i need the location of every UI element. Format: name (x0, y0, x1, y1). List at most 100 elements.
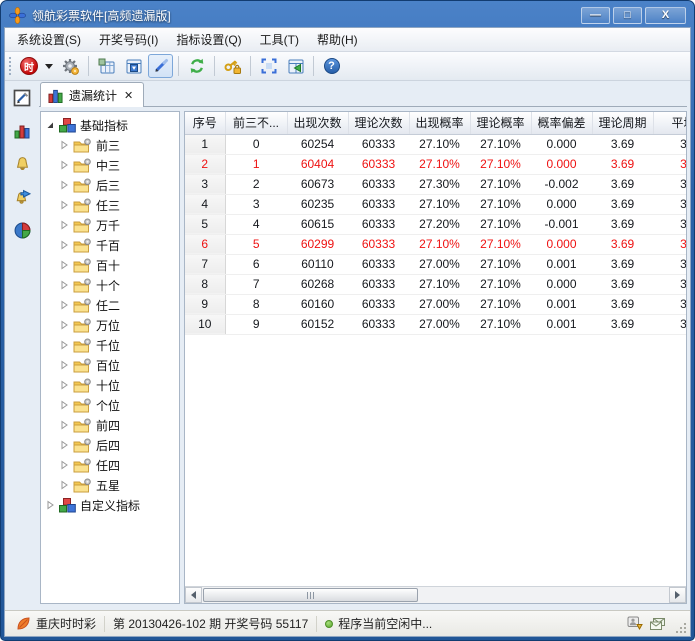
table-row[interactable]: 10602546033327.10%27.10%0.0003.693 (185, 134, 686, 154)
alarm-button[interactable] (10, 153, 34, 175)
close-button[interactable]: X (645, 7, 686, 24)
expanded-arrow-icon[interactable] (45, 120, 55, 130)
folder-gear-icon (73, 338, 92, 353)
collapsed-arrow-icon[interactable] (59, 340, 69, 350)
collapsed-arrow-icon[interactable] (59, 360, 69, 370)
license-key-button[interactable] (220, 54, 245, 78)
column-header[interactable]: 理论概率 (470, 112, 531, 134)
tree-child-item[interactable]: 后三 (41, 175, 179, 195)
status-draw-info: 第 20130426-102 期 开奖号码 55117 (105, 616, 317, 632)
collapsed-arrow-icon[interactable] (59, 300, 69, 310)
tab-omission-statistics[interactable]: 遗漏统计 ✕ (40, 82, 144, 107)
minimize-button[interactable]: — (581, 7, 610, 24)
tree-child-item[interactable]: 十位 (41, 375, 179, 395)
help-button[interactable]: ? (319, 54, 344, 78)
refresh-button[interactable] (184, 54, 209, 78)
table-row[interactable]: 32606736033327.30%27.10%-0.0023.693 (185, 174, 686, 194)
collapsed-arrow-icon[interactable] (59, 220, 69, 230)
menu-item[interactable]: 系统设置(S) (8, 28, 90, 51)
column-header[interactable]: 理论周期 (592, 112, 653, 134)
maximize-button[interactable]: □ (613, 7, 642, 24)
tree-child-item[interactable]: 任二 (41, 295, 179, 315)
tree-child-item[interactable]: 万位 (41, 315, 179, 335)
pen-tool-button[interactable] (148, 54, 173, 78)
tree-child-item[interactable]: 十个 (41, 275, 179, 295)
tree-child-item[interactable]: 任四 (41, 455, 179, 475)
tree-child-item[interactable]: 五星 (41, 475, 179, 495)
scroll-thumb[interactable] (203, 588, 418, 602)
collapsed-arrow-icon[interactable] (59, 420, 69, 430)
messages-icon[interactable] (649, 617, 666, 631)
tree-child-item[interactable]: 任三 (41, 195, 179, 215)
settings-button[interactable] (58, 54, 83, 78)
menu-item[interactable]: 工具(T) (251, 28, 308, 51)
column-header[interactable]: 平均 (653, 112, 686, 134)
table-import-button[interactable] (283, 54, 308, 78)
stats-chart-button[interactable] (10, 120, 34, 142)
collapsed-arrow-icon[interactable] (59, 280, 69, 290)
plan-filter-button[interactable] (10, 87, 34, 109)
scroll-track[interactable] (202, 587, 669, 603)
collapsed-arrow-icon[interactable] (59, 260, 69, 270)
tree-child-item[interactable]: 千位 (41, 335, 179, 355)
collapsed-arrow-icon[interactable] (59, 160, 69, 170)
table-cell: 60333 (348, 154, 409, 174)
pie-chart-button[interactable] (10, 219, 34, 241)
table-cell: 3 (653, 174, 686, 194)
tree-root-item[interactable]: 自定义指标 (41, 495, 179, 515)
table-cell: 3.69 (592, 294, 653, 314)
resize-grip[interactable] (674, 621, 687, 634)
menu-item[interactable]: 帮助(H) (308, 28, 367, 51)
table-grid-button[interactable] (94, 54, 119, 78)
table-row[interactable]: 87602686033327.10%27.10%0.0003.693 (185, 274, 686, 294)
column-header[interactable]: 序号 (185, 112, 225, 134)
table-row[interactable]: 21604046033327.10%27.10%0.0003.693 (185, 154, 686, 174)
collapsed-arrow-icon[interactable] (59, 440, 69, 450)
tab-close-icon[interactable]: ✕ (123, 89, 134, 102)
table-row[interactable]: 43602356033327.10%27.10%0.0003.693 (185, 194, 686, 214)
collapsed-arrow-icon[interactable] (45, 500, 55, 510)
alarm-forward-button[interactable] (10, 186, 34, 208)
time-selector-button[interactable]: 时 (18, 54, 40, 78)
column-header[interactable]: 理论次数 (348, 112, 409, 134)
tree-child-item[interactable]: 千百 (41, 235, 179, 255)
column-header[interactable]: 出现概率 (409, 112, 470, 134)
collapsed-arrow-icon[interactable] (59, 200, 69, 210)
menu-item[interactable]: 指标设置(Q) (167, 28, 250, 51)
tree-child-item[interactable]: 百位 (41, 355, 179, 375)
tree-child-item[interactable]: 前三 (41, 135, 179, 155)
tree-child-item[interactable]: 百十 (41, 255, 179, 275)
table-row[interactable]: 54606156033327.20%27.10%-0.0013.693 (185, 214, 686, 234)
table-download-button[interactable] (121, 54, 146, 78)
collapsed-arrow-icon[interactable] (59, 140, 69, 150)
table-cell: 3 (653, 294, 686, 314)
fullscreen-button[interactable] (256, 54, 281, 78)
collapsed-arrow-icon[interactable] (59, 180, 69, 190)
collapsed-arrow-icon[interactable] (59, 380, 69, 390)
collapsed-arrow-icon[interactable] (59, 460, 69, 470)
tree-child-item[interactable]: 中三 (41, 155, 179, 175)
table-row[interactable]: 65602996033327.10%27.10%0.0003.693 (185, 234, 686, 254)
tree-child-item[interactable]: 万千 (41, 215, 179, 235)
horizontal-scrollbar[interactable] (185, 586, 686, 603)
update-icon[interactable] (627, 616, 643, 631)
table-row[interactable]: 76601106033327.00%27.10%0.0013.693 (185, 254, 686, 274)
collapsed-arrow-icon[interactable] (59, 480, 69, 490)
scroll-left-button[interactable] (185, 587, 202, 603)
tree-root-item[interactable]: 基础指标 (41, 115, 179, 135)
table-row[interactable]: 109601526033327.00%27.10%0.0013.693 (185, 314, 686, 334)
column-header[interactable]: 出现次数 (287, 112, 348, 134)
scroll-right-button[interactable] (669, 587, 686, 603)
tree-child-item[interactable]: 前四 (41, 415, 179, 435)
tree-child-item[interactable]: 后四 (41, 435, 179, 455)
collapsed-arrow-icon[interactable] (59, 240, 69, 250)
column-header[interactable]: 概率偏差 (531, 112, 592, 134)
collapsed-arrow-icon[interactable] (59, 320, 69, 330)
tree-child-item[interactable]: 个位 (41, 395, 179, 415)
collapsed-arrow-icon[interactable] (59, 400, 69, 410)
table-row[interactable]: 98601606033327.00%27.10%0.0013.693 (185, 294, 686, 314)
toolbar-grip[interactable] (9, 57, 12, 75)
menu-item[interactable]: 开奖号码(I) (90, 28, 167, 51)
time-selector-dropdown[interactable] (42, 54, 56, 78)
column-header[interactable]: 前三不... (225, 112, 287, 134)
